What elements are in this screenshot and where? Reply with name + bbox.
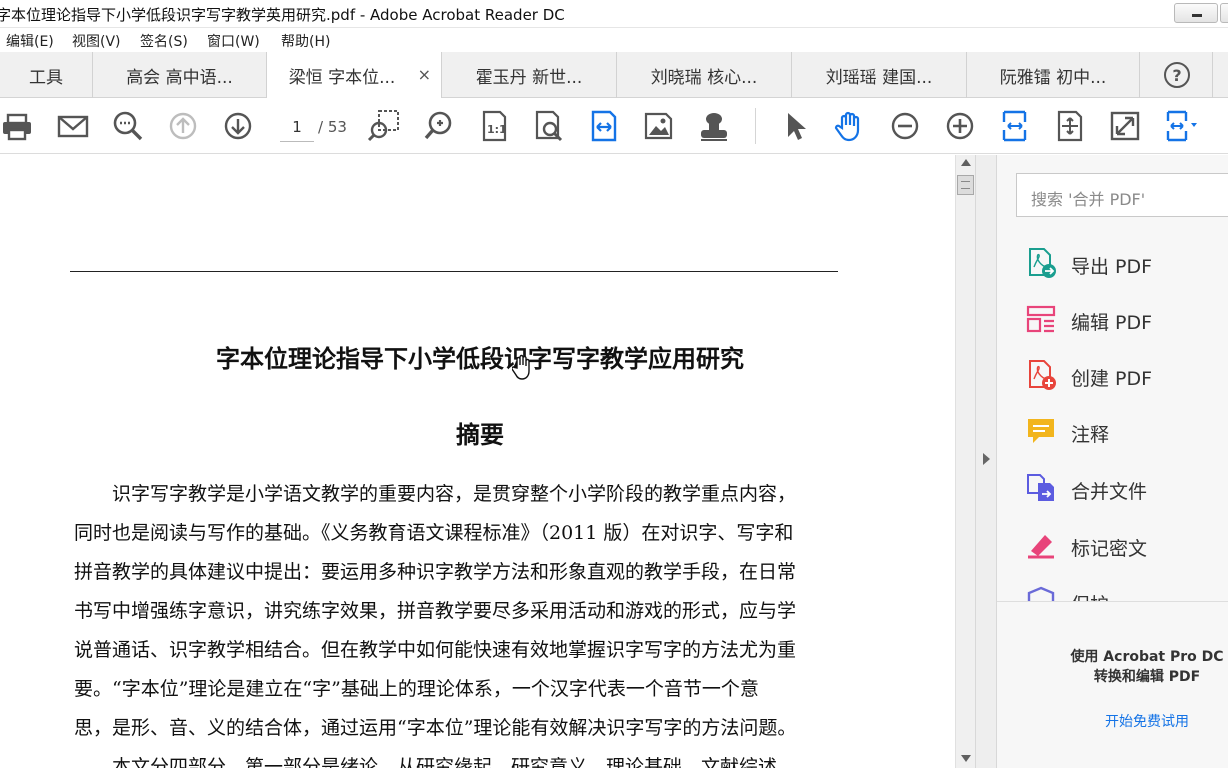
paragraph-line: 书写中增强练字意识，讲究练字效果，拼音教学要尽多采用活动和游戏的形式，应与学 xyxy=(74,600,797,622)
page-number-input[interactable]: 1 xyxy=(280,114,314,142)
comment-icon xyxy=(1025,415,1057,447)
promo-text: 使用 Acrobat Pro DC 转换和编辑 PDF xyxy=(1057,647,1228,687)
marquee-zoom-icon[interactable] xyxy=(366,108,402,144)
paragraph-line: 说普通话、识字教学相结合。但在教学中如何能快速有效地掌握识字写字的方法尤为重 xyxy=(74,639,797,661)
email-icon[interactable] xyxy=(55,108,91,144)
tab-doc-2[interactable]: 梁恒 字本位... × xyxy=(267,52,442,99)
zoom-in-icon[interactable] xyxy=(942,108,978,144)
zoom-search-icon[interactable] xyxy=(110,108,146,144)
menu-help[interactable]: 帮助(H) xyxy=(281,31,330,51)
tool-label: 保护 xyxy=(1071,590,1109,601)
page-down-icon[interactable] xyxy=(220,108,256,144)
tool-export-pdf[interactable]: 导出 PDF xyxy=(1025,245,1228,283)
paragraph-line: 拼音教学的具体建议中提出：要运用多种识字教学方法和形象直观的教学手段，在日常 xyxy=(74,561,797,583)
paragraph-line: 思，是形、音、义的结合体，通过运用“字本位”理论能有效解决识字写字的方法问题。 xyxy=(74,717,797,739)
help-icon[interactable]: ? xyxy=(1164,62,1190,88)
svg-text:1:1: 1:1 xyxy=(487,123,507,136)
zoom-out-icon[interactable] xyxy=(887,108,923,144)
tools-search-input[interactable]: 搜索 '合并 PDF' xyxy=(1016,173,1228,217)
page-total: / 53 xyxy=(318,118,347,136)
tool-label: 合并文件 xyxy=(1071,481,1148,503)
tool-combine-files[interactable]: 合并文件 xyxy=(1025,470,1228,508)
tools-list: 导出 PDF 编辑 PDF 创建 PDF 注释 合并文件 标记密文 xyxy=(997,235,1228,601)
hand-cursor-icon xyxy=(511,353,536,381)
tool-label: 编辑 PDF xyxy=(1071,312,1153,334)
page-up-icon[interactable] xyxy=(165,108,201,144)
page-find-icon[interactable] xyxy=(531,108,567,144)
minimize-button[interactable] xyxy=(1174,3,1218,23)
paragraph-line: 识字写字教学是小学语文教学的重要内容，是贯穿整个小学阶段的教学重点内容， xyxy=(74,483,797,505)
export-pdf-icon xyxy=(1025,247,1057,279)
panel-divider xyxy=(997,601,1228,602)
menu-view[interactable]: 视图(V) xyxy=(72,31,121,51)
promo-line-2: 转换和编辑 PDF xyxy=(1093,669,1201,685)
edit-pdf-icon xyxy=(1025,303,1057,335)
tab-doc-2-label: 梁恒 字本位... xyxy=(288,68,396,88)
tools-pane: 搜索 '合并 PDF' 导出 PDF 编辑 PDF 创建 PDF 注释 合并文件… xyxy=(997,155,1228,768)
free-trial-link[interactable]: 开始免费试用 xyxy=(1057,711,1228,731)
fit-page-icon[interactable] xyxy=(997,108,1033,144)
tool-comment[interactable]: 注释 xyxy=(1025,413,1228,451)
protect-icon xyxy=(1025,585,1057,601)
create-pdf-icon xyxy=(1025,359,1057,391)
select-arrow-icon[interactable] xyxy=(777,108,813,144)
fullscreen-icon[interactable] xyxy=(1107,108,1143,144)
tool-protect[interactable]: 保护 xyxy=(1025,583,1228,601)
document-view[interactable]: 字本位理论指导下小学低段识字写字教学应用研究 摘要 识字写字教学是小学语文教学的… xyxy=(0,155,955,768)
tab-bar: 工具 高会 高中语... 梁恒 字本位... × 霍玉丹 新世... 刘晓瑞 核… xyxy=(0,52,1228,99)
scroll-up-icon[interactable] xyxy=(961,159,971,166)
menu-sign[interactable]: 签名(S) xyxy=(140,31,188,51)
hand-tool-icon[interactable] xyxy=(832,108,868,144)
maximize-button[interactable] xyxy=(1220,3,1228,23)
promo-line-1: 使用 Acrobat Pro DC xyxy=(1070,649,1224,665)
header-rule xyxy=(70,271,838,272)
page-display-icon[interactable] xyxy=(1162,108,1198,144)
actual-size-icon[interactable]: 1:1 xyxy=(476,108,512,144)
tab-overflow[interactable] xyxy=(1212,52,1228,98)
image-icon[interactable] xyxy=(641,108,677,144)
close-tab-icon[interactable]: × xyxy=(418,65,431,84)
vertical-scrollbar[interactable] xyxy=(955,155,975,768)
tool-label: 创建 PDF xyxy=(1071,368,1153,390)
right-panel-toggle[interactable] xyxy=(975,155,997,768)
print-icon[interactable] xyxy=(0,108,36,144)
tool-edit-pdf[interactable]: 编辑 PDF xyxy=(1025,301,1228,339)
menu-window[interactable]: 窗口(W) xyxy=(207,31,260,51)
tab-doc-1[interactable]: 高会 高中语... xyxy=(93,52,267,98)
paragraph-line: 同时也是阅读与写作的基础。《义务教育语文课程标准》（2011 版）在对识字、写字… xyxy=(74,522,794,544)
tab-doc-5[interactable]: 刘瑶瑶 建国... xyxy=(792,52,967,98)
title-bar: 字本位理论指导下小学低段识字写字教学英用研究.pdf - Adobe Acrob… xyxy=(0,0,1228,28)
redact-icon xyxy=(1025,529,1057,561)
paragraph-line: 本文分四部分 第一部分是绪论 从研究缘起 研究意义 理论基础 文献综述 xyxy=(74,756,778,768)
tool-redact[interactable]: 标记密文 xyxy=(1025,527,1228,565)
window-title: 字本位理论指导下小学低段识字写字教学英用研究.pdf - Adobe Acrob… xyxy=(0,6,565,24)
stamp-icon[interactable] xyxy=(696,108,732,144)
abstract-heading: 摘要 xyxy=(456,421,504,449)
fit-width-icon[interactable] xyxy=(586,108,622,144)
tab-doc-3[interactable]: 霍玉丹 新世... xyxy=(442,52,617,98)
document-title: 字本位理论指导下小学低段识字写字教学应用研究 xyxy=(216,345,744,373)
tool-label: 注释 xyxy=(1071,424,1110,446)
tab-doc-4[interactable]: 刘晓瑞 核心... xyxy=(617,52,792,98)
toolbar-separator xyxy=(755,108,756,144)
scroll-down-icon[interactable] xyxy=(961,755,971,762)
scroll-thumb[interactable] xyxy=(957,175,974,195)
rotate-icon[interactable] xyxy=(1052,108,1088,144)
menu-edit[interactable]: 编辑(E) xyxy=(6,31,54,51)
tool-label: 导出 PDF xyxy=(1071,256,1153,278)
expand-arrow-icon xyxy=(983,453,990,465)
tool-create-pdf[interactable]: 创建 PDF xyxy=(1025,357,1228,395)
menu-bar: 编辑(E) 视图(V) 签名(S) 窗口(W) 帮助(H) xyxy=(0,28,1228,52)
find-icon[interactable] xyxy=(421,108,457,144)
tool-label: 标记密文 xyxy=(1071,538,1148,560)
paragraph-line: 要。“字本位”理论是建立在“字”基础上的理论体系，一个汉字代表一个音节一个意 xyxy=(74,678,759,700)
tab-tools[interactable]: 工具 xyxy=(0,52,93,98)
combine-files-icon xyxy=(1025,472,1057,504)
tab-doc-6[interactable]: 阮雅镭 初中... xyxy=(967,52,1140,98)
